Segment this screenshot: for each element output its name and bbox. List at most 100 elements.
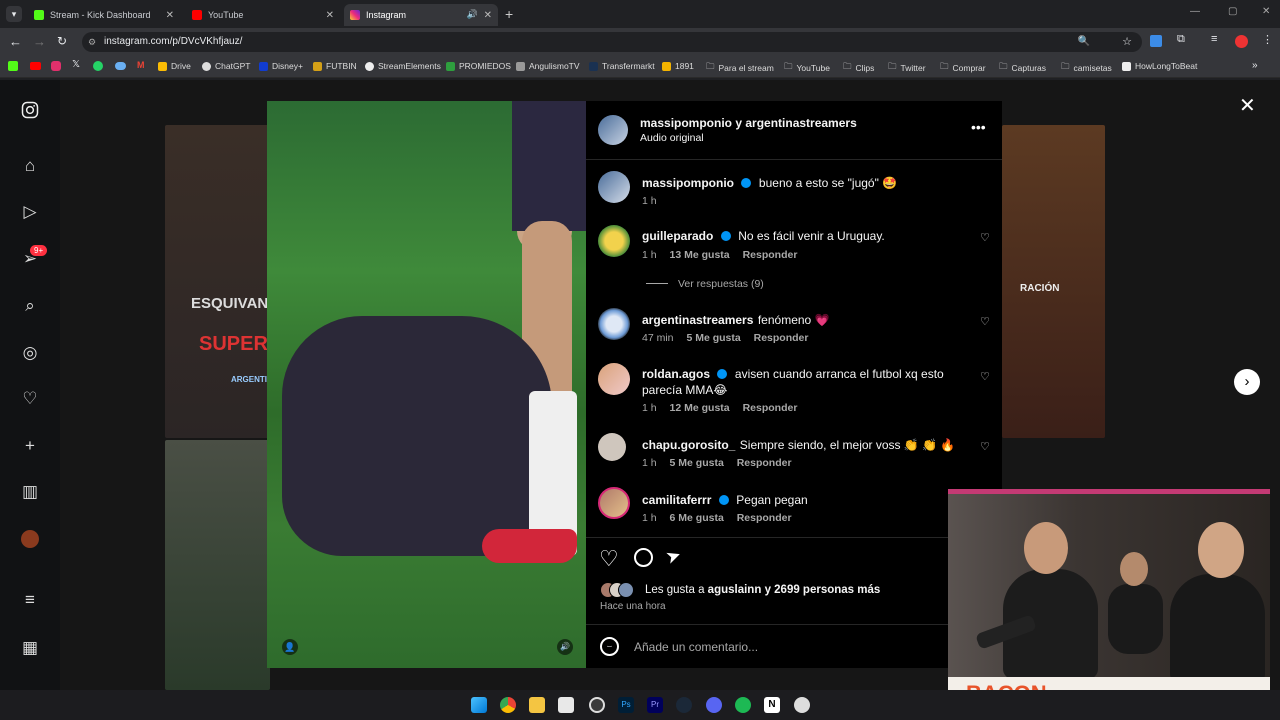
view-replies-button[interactable]: Ver respuestas (9): [646, 278, 764, 290]
obs-icon[interactable]: [589, 697, 605, 713]
close-modal-icon[interactable]: ✕: [1239, 93, 1256, 118]
caption-username[interactable]: massipomponio: [642, 176, 734, 190]
file-explorer-icon[interactable]: [529, 697, 545, 713]
bookmark-folder-youtube[interactable]: 🗀 YouTube: [784, 61, 830, 75]
comment-username[interactable]: roldan.agos: [642, 367, 710, 381]
activity-heart-icon[interactable]: ♡: [20, 389, 40, 409]
reply-button[interactable]: Responder: [754, 332, 809, 344]
tab-instagram[interactable]: Instagram 🔊 ✕: [344, 4, 498, 26]
new-tab-button[interactable]: +: [505, 6, 513, 22]
url-input[interactable]: ⚙ instagram.com/p/DVcVKhfjauz/ 🔍 ☆: [82, 32, 1142, 52]
notion-icon[interactable]: N: [764, 697, 780, 713]
avatar[interactable]: [598, 308, 630, 340]
more-options-icon[interactable]: •••: [971, 119, 986, 135]
reload-icon[interactable]: ↻: [57, 34, 67, 48]
bookmark-folder-twitter[interactable]: 🗀 Twitter: [888, 61, 926, 75]
windows-start-icon[interactable]: [471, 697, 487, 713]
reply-button[interactable]: Responder: [737, 457, 792, 469]
avatar[interactable]: [598, 363, 630, 395]
comment-like-heart-icon[interactable]: ♡: [980, 370, 990, 383]
profile-avatar[interactable]: [1235, 35, 1248, 48]
profile-avatar[interactable]: [21, 530, 39, 548]
avatar[interactable]: [598, 225, 630, 257]
premiere-icon[interactable]: Pr: [647, 697, 663, 713]
bookmark-star-icon[interactable]: ☆: [1122, 32, 1132, 52]
tab-kick[interactable]: Stream - Kick Dashboard ✕: [28, 4, 180, 26]
avatar[interactable]: [598, 487, 630, 519]
comment-username[interactable]: chapu.gorosito_: [642, 438, 735, 452]
bookmark-folder-camisetas[interactable]: 🗀 camisetas: [1061, 61, 1112, 75]
bookmark-folder-capturas[interactable]: 🗀 Capturas: [999, 61, 1046, 75]
photoshop-icon[interactable]: Ps: [618, 697, 634, 713]
bookmark-streamelements[interactable]: StreamElements: [365, 61, 441, 71]
settings-icon[interactable]: [794, 697, 810, 713]
post-video[interactable]: 👤 🔊: [267, 101, 586, 668]
instagram-logo-icon[interactable]: [20, 100, 40, 120]
background-post-right[interactable]: RACIÓN: [1002, 125, 1105, 438]
minimize-icon[interactable]: —: [1190, 6, 1200, 17]
chrome-icon[interactable]: [500, 697, 516, 713]
forward-icon[interactable]: →: [33, 34, 46, 49]
comment-bubble-icon[interactable]: [634, 548, 653, 567]
likes-count[interactable]: y 2699 personas más: [765, 584, 881, 596]
bookmark-disney[interactable]: Disney+: [259, 61, 303, 71]
snipping-icon[interactable]: [558, 697, 574, 713]
maximize-icon[interactable]: ▢: [1228, 6, 1237, 17]
tab-youtube[interactable]: YouTube ✕: [186, 4, 340, 26]
mute-icon[interactable]: 🔊: [557, 639, 573, 655]
discord-icon[interactable]: [706, 697, 722, 713]
comment-username[interactable]: camilitaferrr: [642, 493, 711, 507]
gmail-bookmark-icon[interactable]: M: [137, 60, 145, 70]
twitter-bookmark-icon[interactable]: 𝕏: [72, 59, 80, 70]
reply-button[interactable]: Responder: [743, 249, 798, 261]
comment-username[interactable]: argentinastreamers: [642, 313, 753, 327]
explore-icon[interactable]: ◎: [20, 343, 40, 363]
site-info-icon[interactable]: ⚙: [88, 32, 96, 52]
user-tag-icon[interactable]: 👤: [282, 639, 298, 655]
close-icon[interactable]: ✕: [484, 10, 492, 21]
more-bookmarks-icon[interactable]: »: [1252, 60, 1258, 71]
comment-likes[interactable]: 6 Me gusta: [670, 512, 724, 524]
close-icon[interactable]: ✕: [166, 10, 174, 21]
whatsapp-bookmark-icon[interactable]: [93, 61, 103, 71]
comment-likes[interactable]: 5 Me gusta: [670, 457, 724, 469]
media-icon[interactable]: ≡: [1211, 33, 1217, 45]
bookmark-folder-stream[interactable]: 🗀 Para el stream: [706, 61, 774, 75]
avatar[interactable]: [598, 433, 626, 461]
extension-icon[interactable]: [1150, 35, 1162, 47]
bookmark-promiedos[interactable]: PROMIEDOS: [446, 61, 511, 71]
spotify-icon[interactable]: [735, 697, 751, 713]
comment-likes[interactable]: 12 Me gusta: [670, 402, 730, 414]
bookmark-howlongtobeat[interactable]: HowLongToBeat: [1122, 61, 1197, 71]
instagram-bookmark-icon[interactable]: [51, 61, 61, 71]
bookmark-folder-comprar[interactable]: 🗀 Comprar: [940, 61, 986, 75]
comment-username[interactable]: guilleparado: [642, 229, 713, 243]
zoom-icon[interactable]: 🔍: [1078, 32, 1090, 52]
kick-bookmark-icon[interactable]: [8, 61, 18, 71]
audio-label[interactable]: Audio original: [640, 132, 704, 144]
likes-user[interactable]: aguslainn: [708, 584, 762, 596]
comment-like-heart-icon[interactable]: ♡: [980, 231, 990, 244]
comment-input[interactable]: Añade un comentario...: [634, 640, 758, 654]
comment-like-heart-icon[interactable]: ♡: [980, 315, 990, 328]
comment-like-heart-icon[interactable]: ♡: [980, 440, 990, 453]
avatar[interactable]: [598, 171, 630, 203]
back-icon[interactable]: ←: [9, 34, 22, 49]
also-from-meta-icon[interactable]: ▦: [20, 638, 40, 658]
create-icon[interactable]: +: [20, 436, 40, 456]
like-heart-icon[interactable]: ♡: [599, 546, 619, 572]
home-icon[interactable]: ⌂: [20, 156, 40, 176]
avatar[interactable]: [598, 115, 628, 145]
window-close-icon[interactable]: ✕: [1262, 6, 1270, 17]
reels-icon[interactable]: ▷: [20, 202, 40, 222]
reply-button[interactable]: Responder: [737, 512, 792, 524]
puzzle-icon[interactable]: ⧉: [1177, 33, 1185, 46]
reply-button[interactable]: Responder: [743, 402, 798, 414]
bookmark-1891[interactable]: 1891: [662, 61, 694, 71]
emoji-icon[interactable]: ⌣: [600, 637, 619, 656]
bookmark-futbin[interactable]: FUTBIN: [313, 61, 357, 71]
bookmark-folder-clips[interactable]: 🗀 Clips: [843, 61, 874, 75]
youtube-bookmark-icon[interactable]: [30, 62, 41, 70]
next-post-button[interactable]: ›: [1234, 369, 1260, 395]
close-icon[interactable]: ✕: [326, 10, 334, 21]
